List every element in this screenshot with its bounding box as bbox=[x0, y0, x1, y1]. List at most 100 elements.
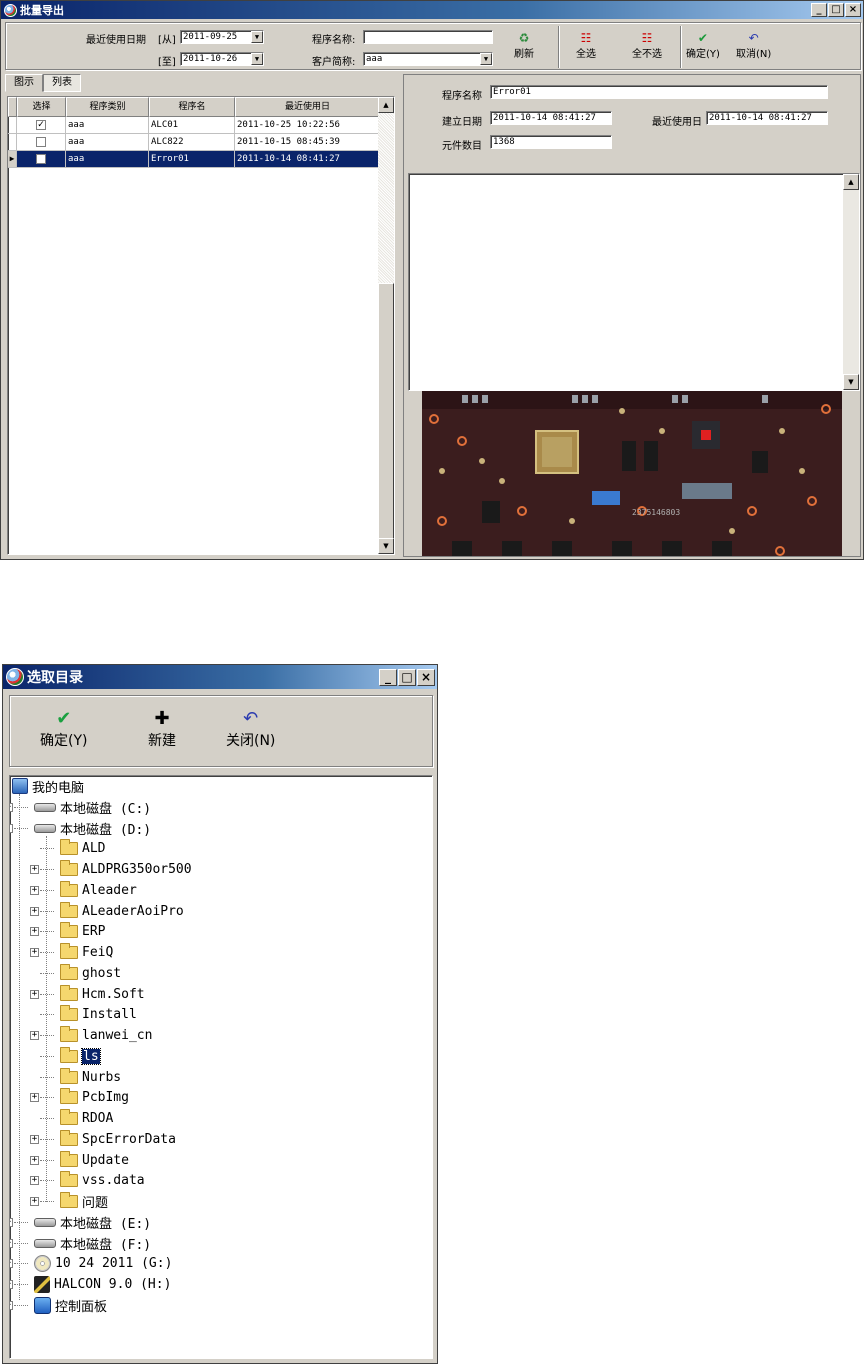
collapse-icon[interactable]: - bbox=[10, 824, 13, 833]
expand-icon[interactable]: + bbox=[30, 990, 39, 999]
chevron-down-icon[interactable]: ▼ bbox=[251, 31, 263, 43]
row-checkbox[interactable] bbox=[36, 153, 46, 164]
tree-item-my-computer[interactable]: 我的电脑 bbox=[12, 776, 84, 796]
tree-item-folder[interactable]: lanwei_cn bbox=[60, 1025, 152, 1045]
tree-item-drive[interactable]: 本地磁盘 (C:) bbox=[34, 797, 151, 817]
scroll-down-icon[interactable]: ▼ bbox=[378, 538, 394, 554]
tab-diagram[interactable]: 图示 bbox=[5, 74, 43, 92]
from-date-picker[interactable]: 2011-09-25 ▼ bbox=[180, 30, 264, 44]
select-none-button[interactable]: ☷ 全不选 bbox=[632, 31, 662, 60]
maximize-button[interactable]: □ bbox=[398, 669, 416, 686]
minimize-button[interactable]: _ bbox=[379, 669, 397, 686]
new-folder-button[interactable]: ✚ 新建 bbox=[148, 708, 176, 750]
tree-item-folder[interactable]: Hcm.Soft bbox=[60, 984, 145, 1004]
select-all-label: 全选 bbox=[576, 49, 596, 60]
detail-program-name[interactable]: Error01 bbox=[490, 85, 828, 99]
expand-icon[interactable]: + bbox=[10, 1218, 13, 1227]
refresh-button[interactable]: ♻ 刷新 bbox=[514, 31, 534, 60]
notes-scrollbar[interactable]: ▲ ▼ bbox=[843, 174, 859, 390]
close-dialog-button[interactable]: ↶ 关闭(N) bbox=[226, 708, 275, 750]
tree-item-folder[interactable]: FeiQ bbox=[60, 942, 113, 962]
to-date-picker[interactable]: 2011-10-26 ▼ bbox=[180, 52, 264, 66]
expand-icon[interactable]: + bbox=[10, 1280, 13, 1289]
col-select[interactable]: 选择 bbox=[17, 97, 66, 117]
tree-item-drive[interactable]: HALCON 9.0 (H:) bbox=[34, 1274, 171, 1294]
row-checkbox[interactable] bbox=[36, 136, 46, 147]
chevron-down-icon[interactable]: ▼ bbox=[480, 53, 492, 65]
tree-item-folder[interactable]: ERP bbox=[60, 921, 105, 941]
scroll-up-icon[interactable]: ▲ bbox=[378, 97, 394, 113]
folder-icon bbox=[60, 1067, 78, 1084]
tree-item-folder[interactable]: ALeaderAoiPro bbox=[60, 901, 184, 921]
expand-icon[interactable]: + bbox=[10, 1239, 13, 1248]
close-button[interactable]: × bbox=[845, 3, 861, 17]
col-category[interactable]: 程序类别 bbox=[66, 97, 149, 117]
col-name[interactable]: 程序名 bbox=[149, 97, 235, 117]
component-count[interactable]: 1368 bbox=[490, 135, 612, 149]
expand-icon[interactable]: + bbox=[10, 1301, 13, 1310]
tab-list[interactable]: 列表 bbox=[43, 74, 81, 92]
tree-item-folder[interactable]: ALD bbox=[60, 838, 105, 858]
tree-item-folder[interactable]: Nurbs bbox=[60, 1067, 121, 1087]
tree-item-drive[interactable]: 本地磁盘 (F:) bbox=[34, 1233, 151, 1253]
undo-icon: ↶ bbox=[243, 708, 259, 729]
expand-icon[interactable]: + bbox=[30, 886, 39, 895]
tree-item-folder[interactable]: RDOA bbox=[60, 1108, 113, 1128]
tree-item-drive[interactable]: 本地磁盘 (D:) bbox=[34, 818, 151, 838]
tree-item-folder[interactable]: ALDPRG350or500 bbox=[60, 859, 192, 879]
expand-icon[interactable]: + bbox=[30, 1156, 39, 1165]
tree-item-folder[interactable]: Update bbox=[60, 1150, 129, 1170]
select-all-button[interactable]: ☷ 全选 bbox=[576, 31, 596, 60]
table-row[interactable]: ✓ aaa ALC01 2011-10-25 10:22:56 bbox=[8, 117, 380, 134]
scroll-thumb[interactable] bbox=[378, 283, 394, 539]
expand-icon[interactable]: + bbox=[30, 1093, 39, 1102]
minimize-button[interactable]: _ bbox=[811, 3, 827, 17]
expand-icon[interactable]: + bbox=[30, 865, 39, 874]
detail-last-used[interactable]: 2011-10-14 08:41:27 bbox=[706, 111, 828, 125]
customer-select[interactable]: aaa ▼ bbox=[363, 52, 493, 66]
refresh-label: 刷新 bbox=[514, 49, 534, 60]
notes-area[interactable]: ▲ ▼ bbox=[408, 173, 860, 391]
ok-button[interactable]: ✔ 确定(Y) bbox=[40, 708, 87, 750]
tree-item-folder[interactable]: PcbImg bbox=[60, 1087, 129, 1107]
directory-tree[interactable]: 我的电脑 + 本地磁盘 (C:) - 本地磁盘 (D:) ALD + ALDPRG350or… bbox=[9, 775, 433, 1359]
col-last-used[interactable]: 最近使用日 bbox=[235, 97, 380, 117]
ok-button[interactable]: ✔ 确定(Y) bbox=[686, 31, 720, 60]
program-name-input[interactable] bbox=[363, 30, 493, 44]
maximize-button[interactable]: □ bbox=[828, 3, 844, 17]
expand-icon[interactable]: + bbox=[30, 1176, 39, 1185]
tree-item-folder[interactable]: 问题 bbox=[60, 1191, 108, 1211]
expand-icon[interactable]: + bbox=[30, 1197, 39, 1206]
expand-icon[interactable]: + bbox=[30, 927, 39, 936]
tree-item-folder[interactable]: ghost bbox=[60, 963, 121, 983]
scroll-down-icon[interactable]: ▼ bbox=[843, 374, 859, 390]
close-button[interactable]: × bbox=[417, 669, 435, 686]
grid-scrollbar[interactable]: ▲ ▼ bbox=[378, 97, 394, 554]
tree-label: RDOA bbox=[82, 1110, 114, 1126]
tree-item-folder[interactable]: ls bbox=[60, 1046, 101, 1066]
tree-item-drive[interactable]: 本地磁盘 (E:) bbox=[34, 1212, 151, 1232]
scroll-up-icon[interactable]: ▲ bbox=[843, 174, 859, 190]
chevron-down-icon[interactable]: ▼ bbox=[251, 53, 263, 65]
tree-item-folder[interactable]: Aleader bbox=[60, 880, 137, 900]
created-date[interactable]: 2011-10-14 08:41:27 bbox=[490, 111, 612, 125]
expand-icon[interactable]: + bbox=[30, 1135, 39, 1144]
cancel-button[interactable]: ↶ 取消(N) bbox=[736, 31, 771, 60]
tree-item-folder[interactable]: Install bbox=[60, 1004, 137, 1024]
cell-name: Error01 bbox=[149, 151, 235, 167]
expand-icon[interactable]: + bbox=[10, 1259, 13, 1268]
table-row[interactable]: aaa ALC822 2011-10-15 08:45:39 bbox=[8, 134, 380, 151]
tree-item-folder[interactable]: SpcErrorData bbox=[60, 1129, 176, 1149]
table-row[interactable]: ▶ aaa Error01 2011-10-14 08:41:27 bbox=[8, 151, 380, 168]
title-bar[interactable]: 批量导出 _ □ × bbox=[1, 1, 863, 19]
expand-icon[interactable]: + bbox=[10, 803, 13, 812]
tree-item-folder[interactable]: vss.data bbox=[60, 1170, 145, 1190]
tree-item-drive[interactable]: 控制面板 bbox=[34, 1295, 107, 1315]
title-bar[interactable]: 选取目录 _ □ × bbox=[3, 665, 437, 689]
tree-item-drive[interactable]: 10 24 2011 (G:) bbox=[34, 1253, 172, 1273]
expand-icon[interactable]: + bbox=[30, 1031, 39, 1040]
folder-icon bbox=[60, 1129, 78, 1146]
row-checkbox[interactable]: ✓ bbox=[36, 119, 46, 130]
expand-icon[interactable]: + bbox=[30, 907, 39, 916]
expand-icon[interactable]: + bbox=[30, 948, 39, 957]
